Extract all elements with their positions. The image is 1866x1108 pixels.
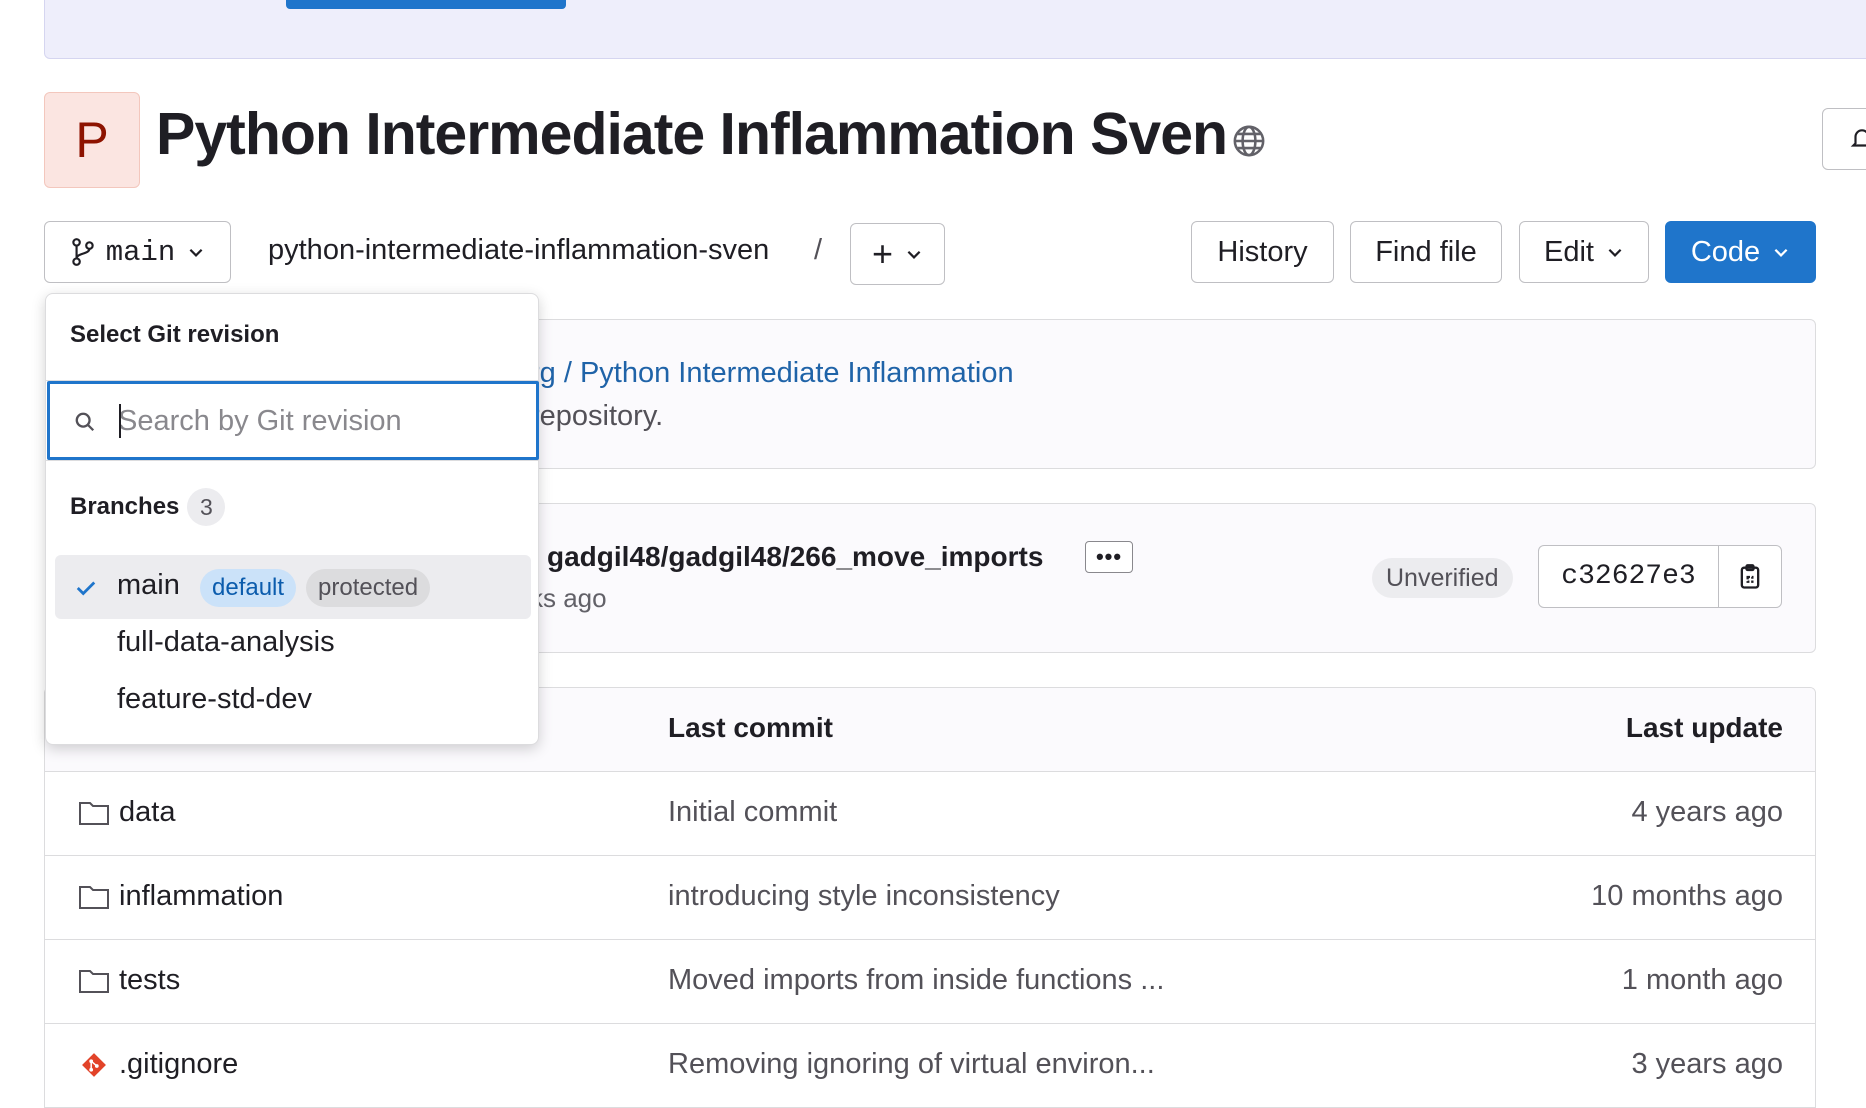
git-revision-dropdown: Select Git revision Branches 3 main defa… [45, 293, 539, 745]
commit-title-link[interactable]: gadgil48/gadgil48/266_move_imports [547, 541, 1043, 573]
file-last-update: 3 years ago [1631, 1048, 1783, 1080]
group-label: Branches [70, 493, 180, 520]
branch-selector-button[interactable]: main [44, 221, 231, 283]
commit-sha-group: c32627e3 [1538, 545, 1782, 608]
file-last-update: 4 years ago [1631, 796, 1783, 828]
protected-badge: protected [306, 569, 431, 607]
revision-search-input[interactable] [118, 398, 518, 444]
branch-name: main [105, 235, 176, 269]
divider [46, 460, 538, 461]
table-row[interactable]: tests Moved imports from inside function… [45, 940, 1815, 1024]
code-dropdown-button[interactable]: Code [1665, 221, 1816, 283]
chevron-down-icon [1774, 248, 1788, 257]
branches-group-label: Branches 3 [70, 488, 226, 526]
folder-icon [79, 970, 109, 993]
commit-time: ks ago [530, 583, 607, 613]
folder-icon [79, 802, 109, 825]
fork-info-box [500, 319, 1816, 469]
history-button[interactable]: History [1191, 221, 1334, 283]
branch-icon [71, 238, 94, 266]
forked-from-link[interactable]: rg / Python Intermediate Inflammation [530, 357, 1014, 390]
file-last-commit[interactable]: Moved imports from inside functions ... [668, 964, 1164, 997]
header-last-commit: Last commit [668, 712, 833, 743]
branch-label: feature-std-dev [117, 683, 313, 715]
signature-badge[interactable]: Unverified [1372, 558, 1513, 598]
breadcrumb-repo[interactable]: python-intermediate-inflammation-sven [268, 234, 769, 267]
chevron-down-icon [907, 250, 921, 259]
add-dropdown-button[interactable]: + [850, 223, 945, 285]
file-last-update: 1 month ago [1621, 964, 1783, 996]
git-icon [82, 1053, 106, 1077]
file-name[interactable]: inflammation [119, 880, 283, 913]
file-name[interactable]: data [119, 796, 175, 829]
folder-icon [79, 886, 109, 909]
edit-dropdown-button[interactable]: Edit [1519, 221, 1649, 283]
file-name[interactable]: tests [119, 964, 180, 997]
text-caret [119, 404, 121, 438]
branch-item-full-data-analysis[interactable]: full-data-analysis [55, 612, 531, 676]
dropdown-header: Select Git revision [70, 321, 280, 348]
check-icon [76, 581, 96, 596]
project-avatar: P [44, 92, 140, 188]
search-icon [75, 412, 95, 432]
file-tree-table: Last commit Last update data Initial com… [44, 687, 1816, 1108]
find-file-label: Find file [1375, 235, 1477, 268]
table-row[interactable]: .gitignore Removing ignoring of virtual … [45, 1024, 1815, 1108]
project-title: Python Intermediate Inflammation Sven [156, 101, 1228, 167]
file-name[interactable]: .gitignore [119, 1048, 238, 1081]
avatar-letter: P [75, 112, 109, 168]
edit-label: Edit [1544, 235, 1594, 268]
commit-description-toggle[interactable]: ••• [1085, 541, 1133, 573]
branch-label: main [117, 569, 180, 601]
chevron-down-icon [189, 248, 203, 257]
fork-info-text: repository. [530, 400, 664, 432]
find-file-button[interactable]: Find file [1350, 221, 1502, 283]
branch-count-badge: 3 [187, 488, 226, 526]
clipboard-icon [1740, 563, 1760, 589]
notification-button[interactable] [1822, 108, 1866, 170]
banner-button[interactable] [286, 0, 566, 9]
history-label: History [1217, 235, 1308, 268]
globe-icon [1233, 125, 1265, 157]
revision-search-field[interactable] [47, 381, 539, 460]
plus-icon: + [871, 233, 894, 274]
table-row[interactable]: data Initial commit 4 years ago [45, 772, 1815, 856]
file-last-commit[interactable]: Removing ignoring of virtual environ... [668, 1048, 1155, 1081]
branch-label: full-data-analysis [117, 626, 335, 658]
chevron-down-icon [1608, 248, 1622, 257]
commit-sha[interactable]: c32627e3 [1539, 546, 1719, 607]
code-label: Code [1690, 235, 1761, 268]
branch-item-feature-std-dev[interactable]: feature-std-dev [55, 669, 531, 733]
breadcrumb-separator: / [814, 234, 823, 266]
file-last-commit[interactable]: introducing style inconsistency [668, 880, 1060, 913]
file-last-commit[interactable]: Initial commit [668, 796, 837, 829]
default-badge: default [200, 569, 297, 607]
copy-sha-button[interactable] [1719, 546, 1781, 607]
branch-item-main-selected[interactable]: main default protected [55, 555, 531, 619]
bell-icon [1850, 129, 1866, 147]
file-last-update: 10 months ago [1591, 880, 1783, 912]
table-row[interactable]: inflammation introducing style inconsist… [45, 856, 1815, 940]
header-last-update: Last update [1625, 712, 1783, 743]
